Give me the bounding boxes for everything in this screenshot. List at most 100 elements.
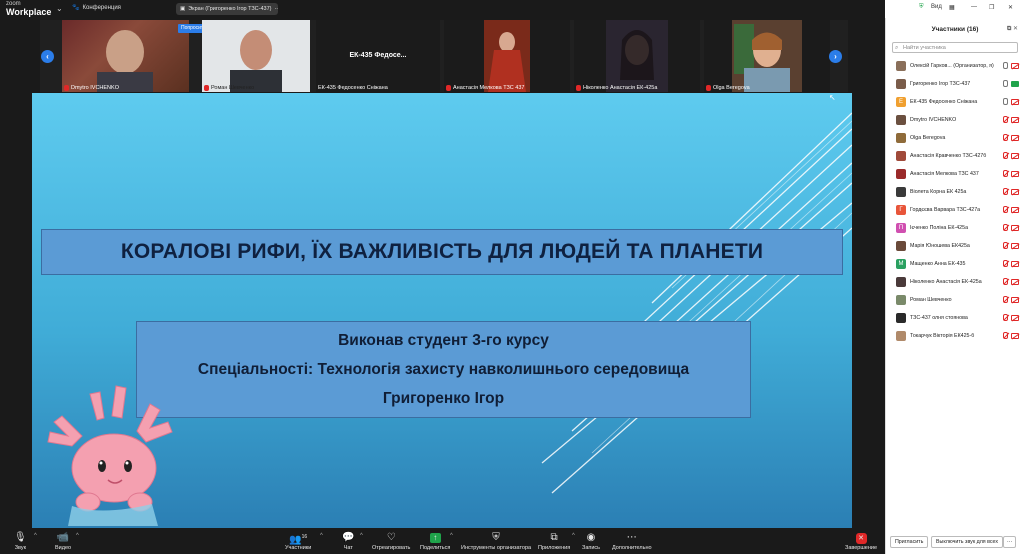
video-tile[interactable]: Роман Шевченко <box>202 20 310 92</box>
apps-options-caret[interactable]: ^ <box>572 533 575 539</box>
react-button[interactable]: ♡ Отреагировать <box>372 531 410 552</box>
video-tile[interactable]: Анастасія Мелкова ТЗС 437 <box>444 20 570 92</box>
next-page-button[interactable]: › <box>829 50 842 63</box>
camera-off-icon[interactable] <box>1011 135 1019 141</box>
camera-icon: 📹 <box>56 532 70 543</box>
participant-row[interactable]: Анастасія Кравченко ТЗС-427б <box>886 147 1024 165</box>
camera-off-icon[interactable] <box>1011 189 1019 195</box>
participant-row[interactable]: М Мащенко Анна ЕК-435 <box>886 255 1024 273</box>
participant-row[interactable]: Dmytro IVCHENKO <box>886 111 1024 129</box>
camera-off-icon[interactable] <box>1011 243 1019 249</box>
participants-options-caret[interactable]: ^ <box>320 533 323 539</box>
video-tile[interactable]: Dmytro IVCHENKO <box>62 20 189 92</box>
tile-name: Роман Шевченко <box>211 85 255 91</box>
minimize-icon[interactable]: — <box>971 4 977 10</box>
participant-row[interactable]: П Ієченко Поліна ЕК-425а <box>886 219 1024 237</box>
camera-off-icon[interactable] <box>1011 117 1019 123</box>
participants-button[interactable]: 👥16 Участники <box>285 531 311 552</box>
apps-button[interactable]: ⧉ Приложения <box>538 531 570 552</box>
participant-row[interactable]: Г Гордєєва Варвара ТЗС-427а <box>886 201 1024 219</box>
mic-icon[interactable] <box>1003 80 1008 87</box>
camera-off-icon[interactable] <box>1011 99 1019 105</box>
more-button[interactable]: ⋯ Дополнительно <box>612 531 652 552</box>
camera-off-icon[interactable] <box>1011 171 1019 177</box>
video-button[interactable]: 📹 Видео <box>55 531 71 552</box>
conference-menu[interactable]: 🐾 Конференция <box>72 4 121 12</box>
mic-off-icon[interactable] <box>1003 242 1008 249</box>
participant-row[interactable]: Марія Юношева ЕК425а <box>886 237 1024 255</box>
participant-row[interactable]: ТЗС-437 олня стоянова <box>886 309 1024 327</box>
video-tile[interactable]: Ніколенко Анастасія ЕК-425а <box>574 20 700 92</box>
more-options-icon[interactable]: ⋯ <box>274 6 278 12</box>
participant-name: Ніколенко Анастасія ЕК-425а <box>910 279 982 285</box>
camera-off-icon[interactable] <box>1011 153 1019 159</box>
participant-status-icons <box>1003 206 1019 213</box>
invite-button[interactable]: Пригласить <box>890 536 929 548</box>
screen-share-indicator[interactable]: ▣ Экран (Григоренко Ігор ТЗС-437) ⋯ <box>176 3 278 15</box>
participant-video <box>202 20 310 92</box>
mic-off-icon[interactable] <box>1003 206 1008 213</box>
video-tile[interactable]: ЕК-435 Федосе... ЕК-435 Федосенко Сніжан… <box>316 20 440 92</box>
chevron-down-icon[interactable]: ⌄ <box>56 4 63 13</box>
camera-off-icon[interactable] <box>1011 279 1019 285</box>
participant-row[interactable]: Григоренко Ігор ТЗС-437 <box>886 75 1024 93</box>
participant-status-icons <box>1003 62 1019 69</box>
mic-off-icon[interactable] <box>1003 170 1008 177</box>
close-icon[interactable]: ✕ <box>1013 26 1018 32</box>
participant-row[interactable]: Олексій Гарков... (Организатор, я) <box>886 57 1024 75</box>
share-options-caret[interactable]: ^ <box>450 533 453 539</box>
end-meeting-button[interactable]: ✕ Завершение <box>845 531 877 552</box>
participant-row[interactable]: Е ЕК-435 Федосенко Сніжана <box>886 93 1024 111</box>
participant-row[interactable]: Токарчук Вікторія ЕК425-б <box>886 327 1024 345</box>
participant-name: Ієченко Поліна ЕК-425а <box>910 225 969 231</box>
restore-icon[interactable]: ❐ <box>989 4 994 11</box>
mic-off-icon[interactable] <box>1003 134 1008 141</box>
chat-button[interactable]: 💬 Чат <box>342 531 354 552</box>
participant-row[interactable]: Ніколенко Анастасія ЕК-425а <box>886 273 1024 291</box>
popout-icon[interactable]: ⧉ <box>1007 26 1011 32</box>
mic-icon[interactable] <box>1003 98 1008 105</box>
participant-row[interactable]: Роман Шевченко <box>886 291 1024 309</box>
shield-icon[interactable]: ⛨ <box>919 4 924 11</box>
share-button[interactable]: ↑ Поделиться <box>420 531 450 552</box>
video-tile[interactable]: Olga Beregova <box>704 20 830 92</box>
audio-button[interactable]: 🎙 Звук <box>14 531 27 552</box>
camera-off-icon[interactable] <box>1011 261 1019 267</box>
mic-off-icon[interactable] <box>1003 224 1008 231</box>
camera-icon[interactable] <box>1011 81 1019 87</box>
close-icon[interactable]: ✕ <box>1008 4 1013 11</box>
avatar <box>896 169 906 179</box>
participant-row[interactable]: Віолета Корна ЕК 425а <box>886 183 1024 201</box>
search-icon: ⌕ <box>895 45 899 51</box>
participant-row[interactable]: Анастасія Мелкова ТЗС 437 <box>886 165 1024 183</box>
camera-off-icon[interactable] <box>1011 297 1019 303</box>
mic-off-icon[interactable] <box>1003 152 1008 159</box>
camera-off-icon[interactable] <box>1011 63 1019 69</box>
view-label[interactable]: Вид <box>931 4 942 10</box>
mic-off-icon[interactable] <box>1003 116 1008 123</box>
camera-off-icon[interactable] <box>1011 225 1019 231</box>
mic-off-icon[interactable] <box>1003 314 1008 321</box>
panel-more-button[interactable]: ⋯ <box>1003 536 1017 548</box>
participant-search-input[interactable]: ⌕ Найти участника <box>892 42 1018 53</box>
audio-options-caret[interactable]: ^ <box>34 533 37 539</box>
chat-options-caret[interactable]: ^ <box>360 533 363 539</box>
camera-off-icon[interactable] <box>1011 315 1019 321</box>
participant-status-icons <box>1003 260 1019 267</box>
mic-off-icon[interactable] <box>1003 296 1008 303</box>
mic-icon[interactable] <box>1003 62 1008 69</box>
mic-off-icon[interactable] <box>1003 332 1008 339</box>
mic-off-icon[interactable] <box>1003 278 1008 285</box>
record-icon: ◉ <box>586 532 596 543</box>
record-button[interactable]: ◉ Запись <box>582 531 600 552</box>
mic-off-icon[interactable] <box>1003 260 1008 267</box>
mute-all-button[interactable]: Выключить звук для всех <box>931 536 1004 548</box>
mic-off-icon[interactable] <box>1003 188 1008 195</box>
participant-row[interactable]: Olga Beregova <box>886 129 1024 147</box>
host-tools-button[interactable]: ⛨ Инструменты организатора <box>461 531 531 552</box>
view-icon[interactable]: ▦ <box>949 4 955 11</box>
prev-page-button[interactable]: ‹ <box>41 50 54 63</box>
camera-off-icon[interactable] <box>1011 333 1019 339</box>
video-options-caret[interactable]: ^ <box>76 533 79 539</box>
camera-off-icon[interactable] <box>1011 207 1019 213</box>
